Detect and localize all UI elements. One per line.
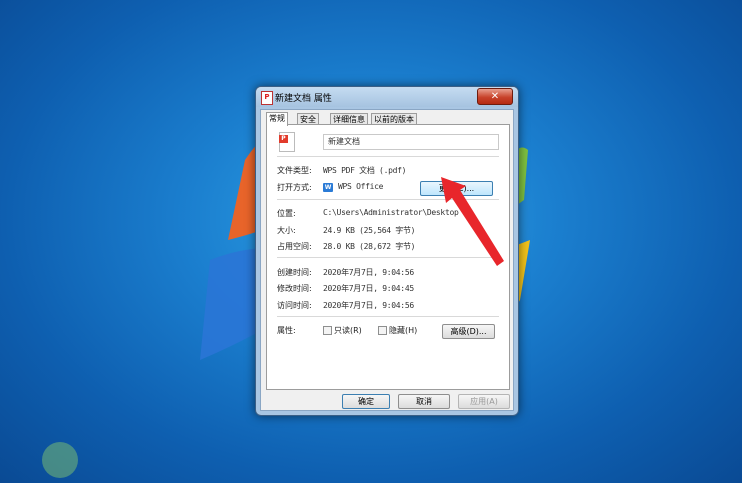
pdf-document-icon: P <box>279 132 295 152</box>
close-button[interactable]: ✕ <box>477 88 513 105</box>
tab-general[interactable]: 常规 <box>266 112 288 126</box>
dialog-body: 常规 安全 详细信息 以前的版本 P 新建文档 文件类型: WPS PDF 文档… <box>260 109 514 411</box>
file-type-value: WPS PDF 文档 (.pdf) <box>323 166 407 175</box>
general-panel: P 新建文档 文件类型: WPS PDF 文档 (.pdf) 打开方式: W W… <box>266 124 510 390</box>
properties-dialog: P 新建文档 属性 ✕ 常规 安全 详细信息 以前的版本 P 新建文档 文件类型… <box>255 86 519 416</box>
attributes-label: 属性: <box>277 326 296 335</box>
wps-icon: W <box>323 183 333 192</box>
title-bar[interactable]: P 新建文档 属性 ✕ <box>256 87 518 107</box>
pdf-file-icon: P <box>261 91 273 105</box>
hidden-label[interactable]: 隐藏(H) <box>389 325 417 336</box>
hidden-checkbox[interactable] <box>378 326 387 335</box>
size-on-disk-label: 占用空间: <box>277 242 312 251</box>
advanced-button[interactable]: 高级(D)... <box>442 324 495 339</box>
modified-value: 2020年7月7日, 9:04:45 <box>323 284 414 293</box>
open-with-label: 打开方式: <box>277 183 312 192</box>
accessed-value: 2020年7月7日, 9:04:56 <box>323 301 414 310</box>
size-on-disk-value: 28.0 KB (28,672 字节) <box>323 242 416 251</box>
change-button[interactable]: 更改(C)... <box>420 181 493 196</box>
separator <box>277 156 499 157</box>
dialog-title: 新建文档 属性 <box>275 94 332 104</box>
separator <box>277 199 499 200</box>
accessed-label: 访问时间: <box>277 301 312 310</box>
open-with-value: WPS Office <box>338 182 384 191</box>
apply-button[interactable]: 应用(A) <box>458 394 510 409</box>
pdf-badge: P <box>279 135 288 143</box>
ok-button[interactable]: 确定 <box>342 394 390 409</box>
location-label: 位置: <box>277 209 296 218</box>
size-label: 大小: <box>277 226 296 235</box>
location-value: C:\Users\Administrator\Desktop <box>323 208 459 217</box>
modified-label: 修改时间: <box>277 284 312 293</box>
cancel-button[interactable]: 取消 <box>398 394 450 409</box>
file-type-label: 文件类型: <box>277 166 312 175</box>
size-value: 24.9 KB (25,564 字节) <box>323 226 416 235</box>
created-label: 创建时间: <box>277 268 312 277</box>
file-name-field[interactable]: 新建文档 <box>323 134 499 150</box>
created-value: 2020年7月7日, 9:04:56 <box>323 268 414 277</box>
separator <box>277 257 499 258</box>
readonly-checkbox[interactable] <box>323 326 332 335</box>
separator <box>277 316 499 317</box>
readonly-label[interactable]: 只读(R) <box>334 325 362 336</box>
